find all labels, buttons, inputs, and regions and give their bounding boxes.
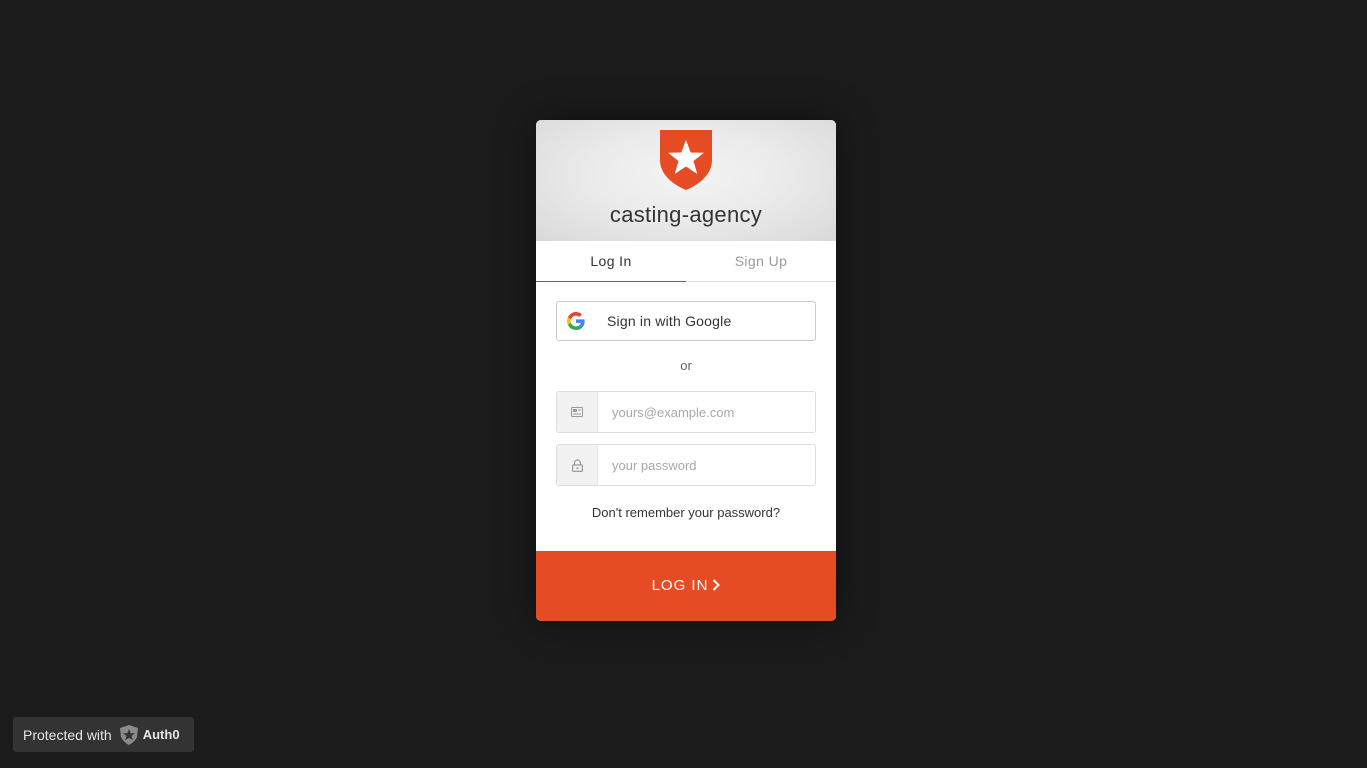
google-sign-in-button[interactable]: Sign in with Google — [556, 301, 816, 341]
badge-prefix: Protected with — [23, 726, 112, 743]
google-icon — [567, 312, 585, 330]
tab-log-in[interactable]: Log In — [536, 241, 686, 282]
password-field — [556, 444, 816, 486]
app-title: casting-agency — [609, 202, 763, 227]
email-field — [556, 391, 816, 433]
login-widget: casting-agency Log In Sign Up Sign in wi… — [536, 120, 836, 621]
page-background: casting-agency Log In Sign Up Sign in wi… — [0, 0, 1367, 768]
badge-brand: Auth0 — [142, 727, 180, 742]
form-body: Sign in with Google or yours@example.com… — [536, 282, 836, 520]
tab-sign-up[interactable]: Sign Up — [686, 241, 836, 281]
log-in-submit-button[interactable]: LOG IN — [536, 551, 836, 621]
shield-logo-icon — [660, 130, 712, 190]
chevron-right-icon — [713, 579, 721, 591]
auth0-logo-icon — [119, 724, 138, 745]
log-in-submit-label: LOG IN — [651, 577, 709, 594]
protected-with-auth0-badge[interactable]: Protected with Auth0 — [13, 717, 194, 752]
lock-icon — [557, 445, 598, 485]
forgot-password-link[interactable]: Don't remember your password? — [556, 505, 816, 520]
google-sign-in-label: Sign in with Google — [607, 313, 732, 329]
password-input[interactable] — [598, 445, 815, 485]
email-input[interactable] — [598, 392, 815, 432]
auth-tabs: Log In Sign Up — [536, 241, 836, 282]
or-separator: or — [680, 358, 692, 373]
envelope-icon — [557, 392, 598, 432]
widget-header: casting-agency — [536, 120, 836, 241]
